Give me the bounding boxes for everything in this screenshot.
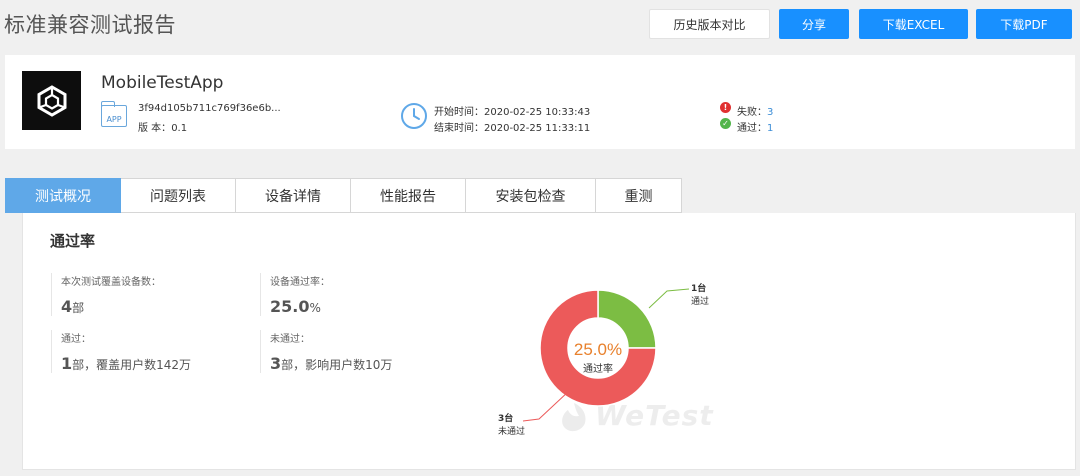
page-title: 标准兼容测试报告 bbox=[4, 13, 176, 37]
fail-slice-label: 未通过 bbox=[498, 425, 525, 437]
stat-unit: % bbox=[309, 301, 321, 315]
fail-alert-icon: ! bbox=[720, 102, 731, 113]
stat-unit: 部，影响用户数10万 bbox=[281, 358, 393, 372]
app-info-card: MobileTestApp APP 3f94d105b711c769f36e6b… bbox=[5, 55, 1075, 149]
center-label: 通过率 bbox=[583, 362, 613, 375]
stat-value: 3部，影响用户数10万 bbox=[270, 354, 392, 373]
pass-rate-section-title: 通过率 bbox=[50, 232, 96, 250]
version-value: 0.1 bbox=[171, 123, 188, 134]
history-compare-button[interactable]: 历史版本对比 bbox=[649, 9, 770, 39]
pass-label: 通过： bbox=[737, 123, 767, 134]
tab-overview[interactable]: 测试概况 bbox=[5, 178, 121, 213]
fail-count: 失败：3 bbox=[737, 103, 773, 118]
stat-number: 3 bbox=[270, 354, 282, 373]
pass-slice-label: 通过 bbox=[691, 295, 709, 307]
tab-package-check[interactable]: 安装包检查 bbox=[466, 178, 596, 213]
stat-unit: 部 bbox=[72, 301, 85, 315]
stat-device-pass-rate: 设备通过率： 25.0% bbox=[260, 273, 330, 316]
app-name: MobileTestApp bbox=[101, 73, 224, 93]
version-label: 版 本： bbox=[138, 123, 172, 134]
tab-device-details[interactable]: 设备详情 bbox=[236, 178, 351, 213]
clock-icon bbox=[401, 103, 427, 129]
stat-number: 4 bbox=[61, 297, 73, 316]
tab-performance[interactable]: 性能报告 bbox=[351, 178, 466, 213]
stat-unit: 部，覆盖用户数142万 bbox=[72, 358, 192, 372]
report-tabs: 测试概况 问题列表 设备详情 性能报告 安装包检查 重测 bbox=[5, 178, 682, 213]
app-version: 版 本：0.1 bbox=[138, 119, 187, 134]
stat-label: 设备通过率： bbox=[270, 277, 330, 288]
stat-failed: 未通过： 3部，影响用户数10万 bbox=[260, 330, 392, 373]
center-value: 25.0% bbox=[574, 340, 622, 359]
start-time: 开始时间：2020-02-25 10:33:43 bbox=[434, 107, 591, 118]
app-hash: 3f94d105b711c769f36e6b... bbox=[138, 103, 281, 114]
pass-slice-count: 1台 bbox=[691, 282, 706, 294]
app-logo bbox=[22, 71, 81, 130]
fail-slice-count: 3台 bbox=[498, 412, 513, 424]
stat-passed: 通过： 1部，覆盖用户数142万 bbox=[51, 330, 191, 373]
pass-leader-line bbox=[648, 288, 690, 309]
fail-label: 失败： bbox=[737, 107, 767, 118]
pass-count: 通过：1 bbox=[737, 119, 773, 134]
pass-count-link[interactable]: 1 bbox=[767, 123, 773, 134]
share-button[interactable]: 分享 bbox=[779, 9, 849, 39]
apk-icon: APP bbox=[101, 101, 127, 127]
stat-value: 25.0% bbox=[270, 297, 330, 316]
pass-rate-donut-chart: 25.0% 通过率 1台 通过 3台 未通过 bbox=[498, 282, 709, 437]
stat-number: 1 bbox=[61, 354, 73, 373]
unity-logo-icon bbox=[37, 84, 66, 117]
stat-value: 4部 bbox=[61, 297, 161, 316]
download-pdf-button[interactable]: 下载PDF bbox=[976, 9, 1072, 39]
stat-number: 25.0 bbox=[270, 297, 310, 316]
stat-value: 1部，覆盖用户数142万 bbox=[61, 354, 191, 373]
fail-count-link[interactable]: 3 bbox=[767, 107, 773, 118]
stat-label: 未通过： bbox=[270, 334, 310, 345]
download-excel-button[interactable]: 下载EXCEL bbox=[859, 9, 968, 39]
end-time: 结束时间：2020-02-25 11:33:11 bbox=[434, 123, 591, 134]
stat-label: 通过： bbox=[61, 334, 91, 345]
apk-icon-text: APP bbox=[106, 115, 122, 124]
fail-leader-line bbox=[522, 390, 570, 422]
pass-check-icon: ✓ bbox=[720, 118, 731, 129]
stat-label: 本次测试覆盖设备数： bbox=[61, 277, 161, 288]
tab-retest[interactable]: 重测 bbox=[596, 178, 682, 213]
overview-panel: 通过率 本次测试覆盖设备数： 4部 设备通过率： 25.0% 通过： 1部，覆盖… bbox=[22, 213, 1076, 470]
stat-covered-devices: 本次测试覆盖设备数： 4部 bbox=[51, 273, 161, 316]
tab-issues[interactable]: 问题列表 bbox=[121, 178, 236, 213]
